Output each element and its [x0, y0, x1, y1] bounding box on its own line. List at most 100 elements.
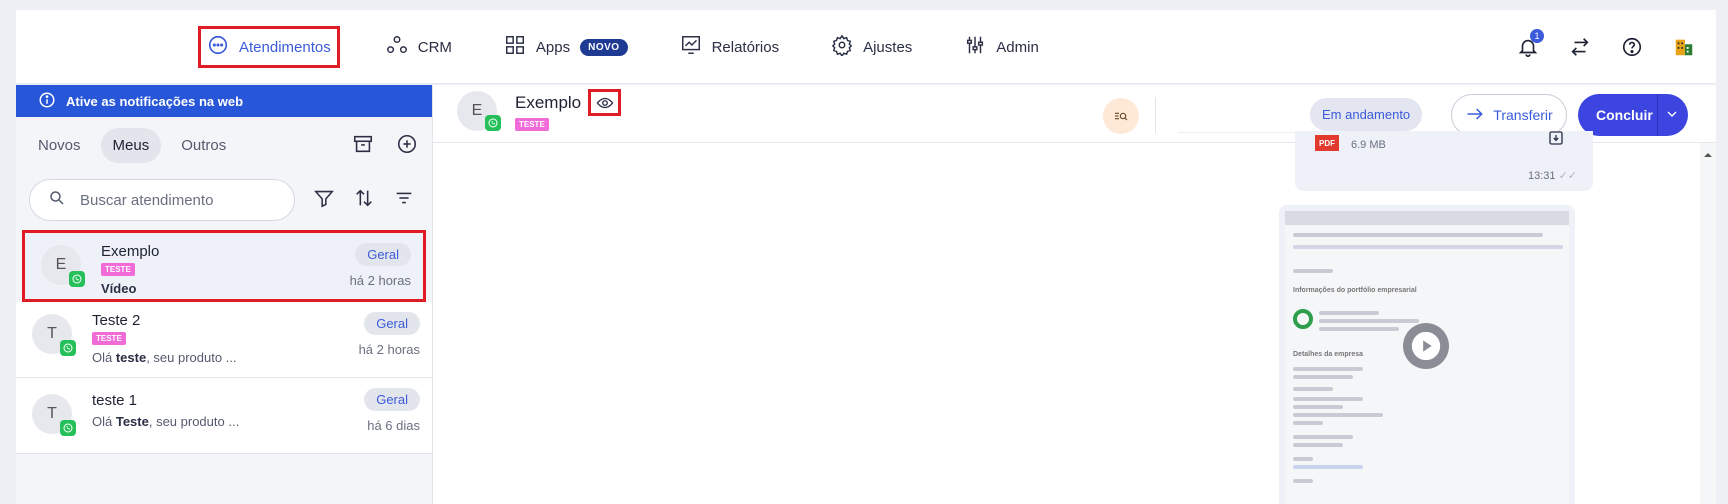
- video-thumbnail[interactable]: Informações do portfólio empresarial Det…: [1285, 211, 1569, 504]
- tab-novos[interactable]: Novos: [26, 128, 93, 163]
- conversation-time: há 2 horas: [349, 273, 411, 288]
- thumbnail-line: [1319, 327, 1399, 331]
- nav-ajustes-label: Ajustes: [863, 38, 913, 56]
- thumbnail-line: [1319, 311, 1379, 315]
- top-navigation-bar: Atendimentos CRM Apps NOVO Relatórios Aj…: [16, 10, 1716, 84]
- thumbnail-line: [1319, 319, 1419, 323]
- file-size: 6.9 MB: [1351, 139, 1386, 151]
- whatsapp-icon: [60, 340, 76, 356]
- thumbnail-browser-bar: [1285, 211, 1569, 225]
- thumbnail-line: [1293, 233, 1543, 237]
- search-box: [29, 179, 295, 221]
- thumbnail-line: [1293, 375, 1353, 379]
- nav-relatorios[interactable]: Relatórios: [674, 27, 786, 67]
- conversation-time: há 6 dias: [367, 418, 420, 433]
- company-building-icon[interactable]: [1672, 35, 1696, 59]
- play-icon[interactable]: [1403, 323, 1449, 369]
- swap-arrows-icon[interactable]: [1568, 35, 1592, 59]
- queue-badge: Geral: [364, 388, 420, 411]
- notification-banner[interactable]: Ative as notificações na web: [16, 85, 432, 117]
- search-row: [16, 173, 432, 227]
- download-icon[interactable]: [1547, 129, 1565, 152]
- conversation-item-teste-1[interactable]: T teste 1 Olá Teste, seu produto ... Ger…: [16, 378, 432, 454]
- conversation-time: há 2 horas: [358, 342, 420, 357]
- tab-actions: [352, 133, 418, 160]
- search-icon: [48, 189, 66, 212]
- nodes-icon: [386, 34, 408, 60]
- nav-crm[interactable]: CRM: [380, 27, 458, 67]
- info-icon: [38, 91, 56, 112]
- arrow-right-icon: [1465, 104, 1485, 127]
- nav-ajustes[interactable]: Ajustes: [825, 27, 918, 67]
- thumbnail-line: [1293, 269, 1333, 273]
- add-circle-icon[interactable]: [396, 133, 418, 160]
- conversation-item-teste-2[interactable]: T Teste 2 TESTE Olá teste, seu produto .…: [16, 302, 432, 378]
- button-divider: [1657, 94, 1658, 136]
- nav-apps-label: Apps: [535, 38, 571, 56]
- sort-arrows-icon[interactable]: [353, 187, 375, 214]
- nav-relatorios-label: Relatórios: [711, 38, 780, 56]
- thumbnail-line: [1293, 367, 1363, 371]
- main-nav: Atendimentos CRM Apps NOVO Relatórios Aj…: [198, 10, 1085, 84]
- chevron-down-icon[interactable]: [1664, 106, 1680, 125]
- notifications-bell-icon[interactable]: 1: [1516, 29, 1544, 59]
- nav-atendimentos[interactable]: Atendimentos: [198, 26, 340, 68]
- filter-funnel-icon[interactable]: [313, 187, 335, 214]
- thumbnail-line: [1293, 413, 1383, 417]
- conclude-button[interactable]: Concluir: [1578, 94, 1688, 136]
- filter-lines-icon[interactable]: [393, 187, 415, 214]
- double-check-icon: ✓✓: [1558, 170, 1577, 182]
- archive-icon[interactable]: [352, 133, 374, 160]
- conclude-label: Concluir: [1596, 107, 1653, 123]
- search-input[interactable]: [80, 191, 280, 209]
- thumbnail-logo: [1293, 309, 1313, 329]
- view-eye-icon[interactable]: [588, 89, 621, 116]
- thumbnail-section: Detalhes da empresa: [1293, 351, 1364, 358]
- conversation-name: Teste 2: [92, 312, 141, 329]
- conversation-last-message: Vídeo: [101, 281, 137, 296]
- nav-atendimentos-label: Atendimentos: [239, 38, 331, 56]
- thumbnail-heading: Informações do portfólio empresarial: [1293, 287, 1417, 294]
- thumbnail-line: [1293, 435, 1353, 439]
- notification-count-badge: 1: [1530, 29, 1544, 43]
- thumbnail-line: [1293, 387, 1333, 391]
- contact-tag: TESTE: [515, 118, 549, 131]
- scroll-up-icon[interactable]: [1700, 147, 1716, 163]
- tab-meus[interactable]: Meus: [100, 127, 162, 163]
- help-icon[interactable]: [1620, 35, 1644, 59]
- message-area: PDF 6.9 MB 13:31 ✓✓ Informações do portf…: [433, 131, 1716, 504]
- status-badge[interactable]: Em andamento: [1310, 98, 1423, 131]
- nav-apps[interactable]: Apps NOVO: [498, 27, 634, 67]
- thumbnail-line: [1293, 465, 1363, 469]
- conversation-name: teste 1: [92, 392, 138, 409]
- new-badge: NOVO: [580, 38, 628, 56]
- conversation-item-exemplo[interactable]: E Exemplo TESTE Vídeo Geral há 2 horas: [22, 230, 426, 302]
- chart-icon: [680, 34, 702, 60]
- tab-outros[interactable]: Outros: [169, 128, 238, 163]
- chat-scrollbar[interactable]: [1700, 143, 1716, 504]
- whatsapp-icon: [60, 420, 76, 436]
- thumbnail-line: [1293, 457, 1313, 461]
- thumbnail-line: [1293, 397, 1363, 401]
- nav-admin-label: Admin: [996, 38, 1039, 56]
- search-messages-icon[interactable]: [1103, 98, 1139, 134]
- pdf-file-icon: PDF: [1315, 135, 1339, 151]
- header-divider: [1155, 97, 1156, 133]
- top-right-actions: 1: [1516, 10, 1696, 84]
- header-empty-field[interactable]: [1178, 97, 1298, 133]
- conversation-tag: TESTE: [101, 263, 135, 276]
- video-message-bubble[interactable]: Informações do portfólio empresarial Det…: [1279, 205, 1575, 504]
- transfer-label: Transferir: [1493, 107, 1553, 123]
- conversation-tabs: Novos Meus Outros: [16, 117, 432, 173]
- nav-crm-label: CRM: [417, 38, 452, 56]
- file-message-bubble: PDF 6.9 MB 13:31 ✓✓: [1295, 131, 1593, 191]
- conversation-list-panel: Ative as notificações na web Novos Meus …: [16, 85, 433, 504]
- nav-admin[interactable]: Admin: [958, 27, 1045, 67]
- chat-panel: E Exemplo TESTE Em andamento Transferir …: [433, 85, 1716, 504]
- conversation-last-message: Olá Teste, seu produto ...: [92, 414, 240, 429]
- whatsapp-icon: [485, 115, 501, 131]
- sliders-icon: [964, 34, 986, 60]
- gear-icon: [831, 34, 853, 60]
- thumbnail-line: [1293, 421, 1323, 425]
- contact-name[interactable]: Exemplo: [515, 93, 581, 113]
